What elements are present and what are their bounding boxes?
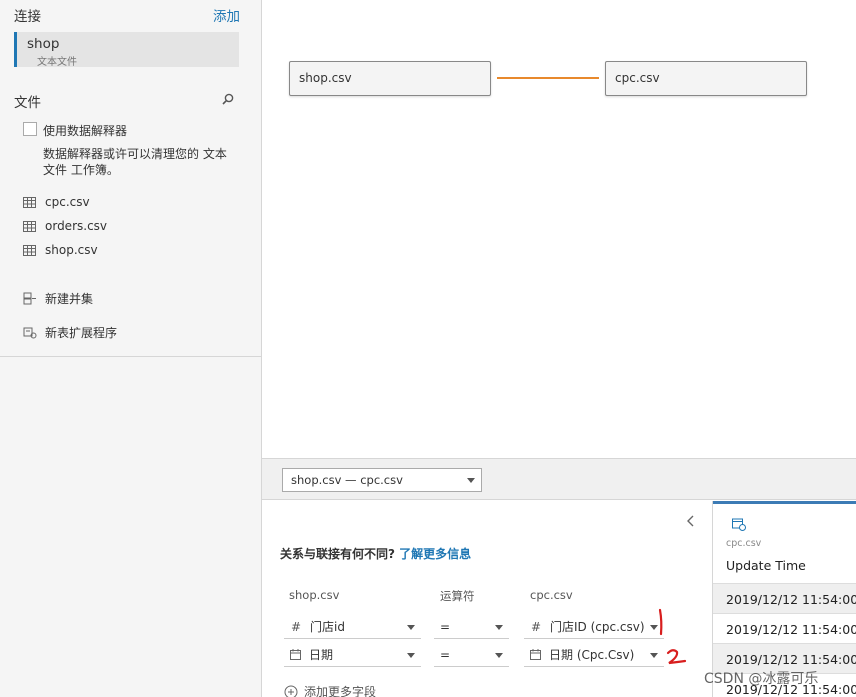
sidebar: 连接 添加 shop 文本文件 文件 使用数据解释器 数据解释器或许可以清理您的… [0,0,262,697]
operator-value: = [440,619,451,634]
relationship-line[interactable] [497,77,599,79]
data-interpreter-description: 数据解释器或许可以清理您的 文本文件 工作簿。 [43,147,227,177]
file-item-shop[interactable]: shop.csv [23,241,98,259]
right-field-value: 门店ID (cpc.csv) [550,620,645,634]
add-more-fields-label: 添加更多字段 [304,685,377,697]
connections-title: 连接 [14,9,41,25]
new-union-label: 新建并集 [45,291,94,306]
connection-item-shop[interactable]: shop 文本文件 [14,32,239,68]
search-icon[interactable] [221,92,235,106]
number-type-icon: # [530,619,542,634]
plus-circle-icon [284,685,298,697]
canvas-table-shop[interactable]: shop.csv [289,61,491,96]
operator-select[interactable]: = [434,615,509,639]
relationship-question-text: 关系与联接有何不同? [280,547,395,561]
file-name: shop.csv [45,243,98,257]
canvas-table-cpc[interactable]: cpc.csv [605,61,807,96]
left-field-select[interactable]: # 门店id [284,615,421,639]
table-row: 2019/12/12 11:54:00 [713,583,856,613]
learn-more-link[interactable]: 了解更多信息 [399,547,471,561]
table-icon [23,196,36,208]
table-icon [23,244,36,256]
chevron-down-icon [467,478,475,483]
left-field-value: 门店id [310,620,345,634]
annotation-mark-2 [666,649,687,665]
chevron-down-icon [407,653,415,658]
files-title: 文件 [14,95,41,111]
new-table-extension-button[interactable]: 新表扩展程序 [23,323,117,341]
table-row: 2019/12/12 11:54:00 [713,613,856,643]
connection-type: 文本文件 [37,57,77,68]
right-field-value: 日期 (Cpc.Csv) [549,648,635,662]
data-interpreter-checkbox[interactable] [23,122,37,136]
calendar-clock-icon [732,518,746,531]
new-union-button[interactable]: 新建并集 [23,289,93,307]
number-type-icon: # [290,619,302,634]
chevron-down-icon [650,653,658,658]
table-icon [23,220,36,232]
operator-select[interactable]: = [434,643,509,667]
file-item-orders[interactable]: orders.csv [23,217,107,235]
calendar-icon [530,649,541,660]
preview-accent-bar [713,501,856,504]
preview-source: cpc.csv [726,538,762,549]
preview-column-header[interactable]: Update Time [726,558,806,573]
left-field-value: 日期 [309,648,334,662]
chevron-left-icon[interactable] [686,515,696,527]
file-item-cpc[interactable]: cpc.csv [23,193,90,211]
table-pair-select[interactable]: shop.csv — cpc.csv [282,468,482,492]
add-more-fields-button[interactable]: 添加更多字段 [284,683,376,697]
calendar-icon [290,649,301,660]
table-pair-value: shop.csv — cpc.csv [291,473,403,487]
left-field-select[interactable]: 日期 [284,643,421,667]
file-name: orders.csv [45,219,108,233]
new-table-extension-label: 新表扩展程序 [45,325,118,340]
extension-icon [23,327,37,339]
relationship-panel: 关系与联接有何不同? 了解更多信息 shop.csv 运算符 cpc.csv #… [262,501,712,697]
union-icon [23,292,36,305]
annotation-mark-1 [658,608,663,636]
data-model-canvas[interactable]: shop.csv cpc.csv [262,0,856,458]
relationship-question: 关系与联接有何不同? 了解更多信息 [280,545,471,562]
connection-name: shop [27,36,60,52]
chevron-down-icon [495,625,503,630]
chevron-down-icon [495,653,503,658]
right-field-select[interactable]: # 门店ID (cpc.csv) [524,615,664,639]
operator-header: 运算符 [440,589,475,603]
relationship-pair-bar: shop.csv — cpc.csv [262,458,856,500]
operator-value: = [440,647,451,662]
watermark: CSDN @冰露可乐 [704,671,819,687]
left-table-header: shop.csv [289,588,340,602]
file-name: cpc.csv [45,195,90,209]
add-connection-link[interactable]: 添加 [213,5,240,25]
right-field-select[interactable]: 日期 (Cpc.Csv) [524,643,664,667]
chevron-down-icon [407,625,415,630]
right-table-header: cpc.csv [530,588,573,602]
sidebar-divider [0,356,262,357]
data-interpreter-label: 使用数据解释器 [43,124,128,138]
